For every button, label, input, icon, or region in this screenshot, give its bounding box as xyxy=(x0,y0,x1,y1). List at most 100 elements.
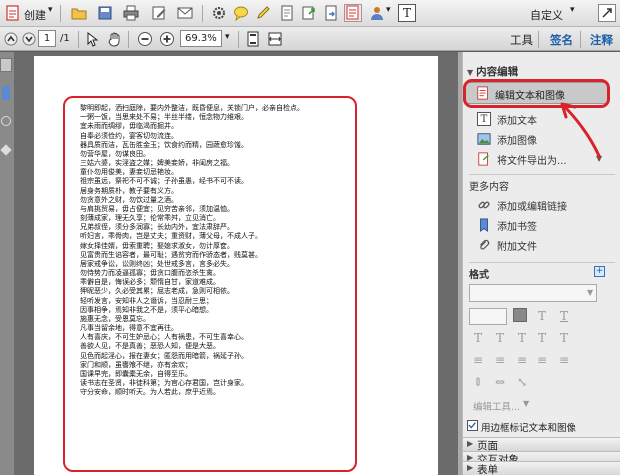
add-bookmark-item[interactable]: 添加书签 xyxy=(477,216,537,234)
subscript-icon[interactable]: T xyxy=(491,330,509,346)
document-text-line[interactable]: 国课早完，即囊橐无余，自得至乐。 xyxy=(80,370,350,379)
text-tool-icon[interactable]: T xyxy=(398,4,416,22)
comment-icon[interactable] xyxy=(232,4,250,22)
font-select[interactable] xyxy=(469,284,597,302)
create-button[interactable]: 创建 xyxy=(24,7,46,23)
zoom-in-icon[interactable] xyxy=(158,30,176,48)
document-text-line[interactable]: 居身务期质朴，教子要有义方。 xyxy=(80,187,350,196)
document-text-line[interactable]: 凡事当留余地，得意不宜再往。 xyxy=(80,324,350,333)
align-justify-icon[interactable]: ≡ xyxy=(533,352,551,368)
print-icon[interactable] xyxy=(122,4,140,22)
open-folder-icon[interactable] xyxy=(70,4,88,22)
mark-border-checkbox[interactable] xyxy=(467,420,478,431)
line-spacing-icon[interactable]: ⇕ xyxy=(469,374,487,390)
hand-tool-icon[interactable] xyxy=(106,30,124,48)
save-icon[interactable] xyxy=(96,4,114,22)
tab-tools[interactable]: 工具 xyxy=(510,32,533,48)
create-pdf-icon[interactable] xyxy=(4,4,22,22)
align-right-icon[interactable]: ≡ xyxy=(513,352,531,368)
attach-file-item[interactable]: 附加文件 xyxy=(477,236,537,254)
document-text-line[interactable]: 勿贪意外之财，勿饮过量之酒。 xyxy=(80,196,350,205)
document-text-line[interactable]: 轻听发言，安知非人之谮诉，当忍耐三思； xyxy=(80,297,350,306)
pages-panel-icon[interactable] xyxy=(0,58,12,72)
add-image-item[interactable]: 添加图像 xyxy=(477,130,537,148)
bookmarks-panel-icon[interactable] xyxy=(2,86,10,100)
document-text-line[interactable]: 见色而起淫心，报在妻女；匿怨而用暗箭，祸延子孙。 xyxy=(80,352,350,361)
zoom-level-input[interactable]: 69.3% xyxy=(180,30,222,47)
document-text-line[interactable]: 家门和顺，虽饔飧不继，亦有余欢； xyxy=(80,361,350,370)
document-text-line[interactable]: 听妇言，乖骨肉，岂是丈夫；重资财，薄父母，不成人子。 xyxy=(80,232,350,241)
email-icon[interactable] xyxy=(176,4,194,22)
edit-icon[interactable] xyxy=(150,4,168,22)
customize-button[interactable]: 自定义 xyxy=(530,7,563,23)
document-text-line[interactable]: 施惠无念，受恩莫忘。 xyxy=(80,315,350,324)
text-size-icon[interactable]: T xyxy=(533,330,551,346)
tab-comment[interactable]: 注释 xyxy=(590,32,613,48)
char-spacing-icon[interactable]: ⇔ xyxy=(491,374,509,390)
highlight-icon[interactable] xyxy=(254,4,272,22)
document-text-line[interactable]: 守分安命，顺时听天。为人若此，庶乎近焉。 xyxy=(80,388,350,397)
document-text-line[interactable]: 刻薄成家，理无久享；伦常乖舛，立见消亡。 xyxy=(80,214,350,223)
document-text-line[interactable]: 狎昵恶少，久必受其累；屈志老成，急则可相依。 xyxy=(80,287,350,296)
document-arrow-icon[interactable] xyxy=(322,4,340,22)
pages-section-header[interactable]: ▶ 页面 xyxy=(463,437,620,452)
bold-t-icon[interactable]: T xyxy=(513,330,531,346)
document-text-line[interactable]: 兄弟叔侄，须分多润寡；长幼内外，宜法肃辞严。 xyxy=(80,223,350,232)
document-text-line[interactable]: 三姑六婆，实淫盗之媒；婢美妾娇，非闺房之福。 xyxy=(80,159,350,168)
chevron-down-icon[interactable]: ▾ xyxy=(386,5,391,15)
document-text-line[interactable]: 勿营华屋，勿谋良田。 xyxy=(80,150,350,159)
align-left-icon[interactable]: ≡ xyxy=(469,352,487,368)
document-text-line[interactable]: 乖僻自是，悔误必多；颓惰自甘，家道难成。 xyxy=(80,278,350,287)
zoom-out-icon[interactable] xyxy=(136,30,154,48)
user-stamp-icon[interactable] xyxy=(368,4,386,22)
page-down-icon[interactable] xyxy=(20,30,38,48)
chevron-down-icon[interactable]: ▾ xyxy=(48,5,53,15)
tab-sign[interactable]: 签名 xyxy=(550,32,573,48)
document-text-line[interactable]: 因事相争，焉知非我之不是，须平心暗想。 xyxy=(80,306,350,315)
gear-icon[interactable] xyxy=(210,4,228,22)
chevron-down-icon[interactable]: ▼ xyxy=(523,399,529,408)
font-color-swatch[interactable] xyxy=(513,308,527,322)
document-text-line[interactable]: 自奉必须俭约，宴客切勿流连。 xyxy=(80,132,350,141)
document-icon[interactable] xyxy=(278,4,296,22)
add-format-icon[interactable]: + xyxy=(594,266,605,277)
forms-section-header[interactable]: ▶ 表单 xyxy=(463,461,620,475)
text-superscript-icon[interactable]: T xyxy=(555,330,573,346)
document-text-line[interactable]: 勿恃势力而凌逼孤寡；毋贪口腹而恣杀生禽。 xyxy=(80,269,350,278)
signatures-panel-icon[interactable] xyxy=(0,144,12,156)
underline-t-icon[interactable]: T xyxy=(555,308,573,324)
edit-text-image-toolbar-icon[interactable] xyxy=(344,4,362,22)
attachments-panel-icon[interactable] xyxy=(1,116,11,126)
chevron-down-icon[interactable]: ▾ xyxy=(570,5,575,15)
document-text-line[interactable]: 嫁女择佳婿，毋索重聘；娶媳求淑女，勿计厚奁。 xyxy=(80,242,350,251)
page-number-input[interactable]: 1 xyxy=(38,30,56,47)
expand-icon[interactable] xyxy=(598,4,616,22)
fit-page-icon[interactable] xyxy=(244,30,262,48)
content-editing-header[interactable]: ▼ 内容编辑 xyxy=(467,64,518,79)
document-text-line[interactable]: 宜未雨而绸缪，毋临渴而掘井。 xyxy=(80,122,350,131)
document-text-line[interactable]: 祖宗虽远，祭祀不可不诚；子孙虽愚，经书不可不读。 xyxy=(80,177,350,186)
document-text-line[interactable]: 人有喜庆，不可生妒忌心；人有祸患，不可生喜幸心。 xyxy=(80,333,350,342)
page-up-icon[interactable] xyxy=(2,30,20,48)
add-text-item[interactable]: T 添加文本 xyxy=(477,110,537,128)
align-center-icon[interactable]: ≡ xyxy=(491,352,509,368)
document-text[interactable]: 黎明即起，洒扫庭除，要内外整洁，既昏便息，关锁门户，必亲自检点。 一粥一饭，当思来… xyxy=(80,104,350,398)
fit-width-icon[interactable] xyxy=(266,30,284,48)
document-text-line[interactable]: 善欲人见，不是真善；恶恐人知，便是大恶。 xyxy=(80,342,350,351)
document-text-line[interactable]: 与肩挑贸易，毋占便宜；见穷苦亲邻，须加温恤。 xyxy=(80,205,350,214)
chevron-down-icon[interactable]: ▾ xyxy=(225,32,230,42)
document-text-line[interactable]: 一粥一饭，当思来处不易；半丝半缕，恒念物力维艰。 xyxy=(80,113,350,122)
document-text-line[interactable]: 居家戒争讼，讼则终凶；处世戒多言，言多必失。 xyxy=(80,260,350,269)
italic-t-icon[interactable]: T xyxy=(533,308,551,324)
select-cursor-icon[interactable] xyxy=(84,30,102,48)
justify-last-icon[interactable]: ≡ xyxy=(555,352,573,368)
document-text-line[interactable]: 读书志在圣贤，非徒科第；为官心存君国，岂计身家。 xyxy=(80,379,350,388)
document-text-line[interactable]: 童仆勿用俊美，妻妾切忌艳妆。 xyxy=(80,168,350,177)
chevron-down-icon[interactable]: ▼ xyxy=(587,288,593,297)
document-text-line[interactable]: 黎明即起，洒扫庭除，要内外整洁，既昏便息，关锁门户，必亲自检点。 xyxy=(80,104,350,113)
export-icon[interactable] xyxy=(300,4,318,22)
superscript-icon[interactable]: T xyxy=(469,330,487,346)
document-text-line[interactable]: 见富贵而生谄容者，最可耻；遇贫穷而作骄态者，贱莫甚。 xyxy=(80,251,350,260)
edit-tools-label[interactable]: 编辑工具... xyxy=(473,399,520,413)
font-size-select[interactable] xyxy=(469,308,507,325)
